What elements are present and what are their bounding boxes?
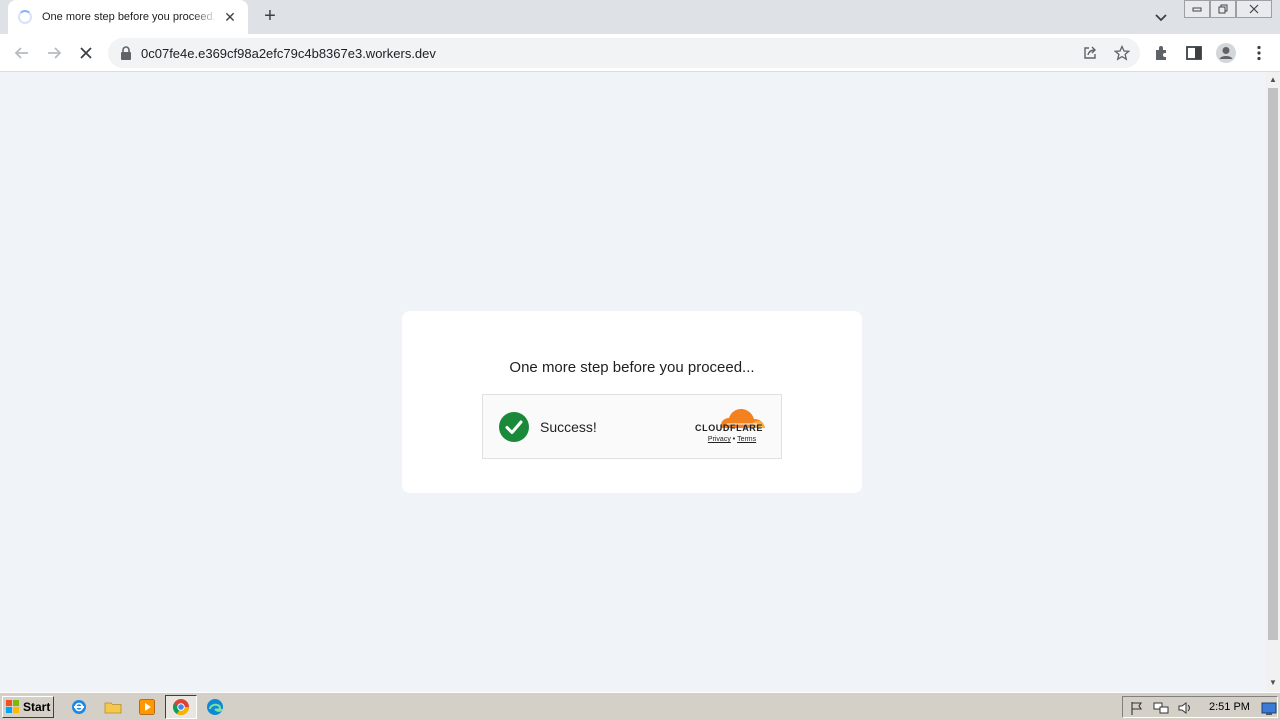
windows-logo-icon: [6, 700, 19, 713]
tab-title: One more step before you proceed...: [42, 11, 218, 23]
address-bar[interactable]: 0c07fe4e.e369cf98a2efc79c4b8367e3.worker…: [108, 38, 1140, 68]
cloudflare-brand: CLOUDFLARE: [695, 423, 763, 433]
privacy-link[interactable]: Privacy: [708, 436, 731, 443]
chrome-taskbar-button[interactable]: [165, 695, 197, 719]
profile-avatar-icon[interactable]: [1215, 42, 1237, 64]
arrow-left-icon: [14, 47, 28, 59]
taskbar-clock[interactable]: 2:51 PM: [1209, 701, 1250, 713]
system-tray: 2:51 PM: [1122, 696, 1278, 718]
edge-icon[interactable]: [206, 698, 224, 716]
volume-speaker-icon[interactable]: [1177, 700, 1193, 716]
share-icon[interactable]: [1082, 45, 1098, 61]
success-status: Success!: [540, 419, 597, 435]
restore-icon: [1218, 4, 1228, 14]
scroll-thumb[interactable]: [1268, 88, 1278, 640]
tab-close-button[interactable]: ✕: [222, 9, 238, 26]
minimize-button[interactable]: [1184, 0, 1210, 18]
scroll-down-arrow-icon[interactable]: ▼: [1268, 678, 1278, 688]
arrow-right-icon: [48, 47, 62, 59]
vertical-scrollbar[interactable]: ▲ ▼: [1266, 72, 1280, 692]
success-check-icon: [499, 412, 529, 442]
widget-links: Privacy • Terms: [697, 436, 767, 443]
action-center-flag-icon[interactable]: [1129, 700, 1145, 716]
restore-button[interactable]: [1210, 0, 1236, 18]
link-separator: •: [732, 436, 736, 443]
start-label: Start: [23, 700, 51, 714]
media-player-icon[interactable]: [138, 698, 156, 716]
page-heading: One more step before you proceed...: [509, 359, 755, 376]
close-icon: [80, 47, 92, 59]
stop-loading-button[interactable]: [74, 41, 98, 65]
internet-explorer-icon[interactable]: [70, 698, 88, 716]
chrome-icon: [172, 699, 190, 716]
close-window-button[interactable]: [1236, 0, 1272, 18]
show-desktop-icon[interactable]: [1261, 700, 1277, 716]
browser-tab[interactable]: One more step before you proceed... ✕: [8, 0, 248, 34]
windows-taskbar: Start 2:51 PM: [0, 692, 1280, 720]
url-text[interactable]: 0c07fe4e.e369cf98a2efc79c4b8367e3.worker…: [141, 46, 436, 61]
back-button[interactable]: [10, 41, 34, 65]
tab-search-chevron-icon[interactable]: [1152, 8, 1170, 26]
challenge-card: One more step before you proceed... Succ…: [402, 311, 862, 493]
close-icon: [1249, 4, 1259, 14]
lock-icon[interactable]: [120, 46, 132, 60]
scroll-up-arrow-icon[interactable]: ▲: [1268, 75, 1278, 85]
menu-kebab-icon[interactable]: [1250, 44, 1268, 62]
terms-link[interactable]: Terms: [737, 436, 756, 443]
browser-toolbar: 0c07fe4e.e369cf98a2efc79c4b8367e3.worker…: [0, 34, 1280, 72]
tab-strip: One more step before you proceed... ✕ +: [0, 0, 1280, 34]
extensions-puzzle-icon[interactable]: [1153, 44, 1171, 62]
forward-button[interactable]: [42, 41, 66, 65]
side-panel-icon[interactable]: [1185, 44, 1203, 62]
new-tab-button[interactable]: +: [260, 6, 280, 26]
network-icon[interactable]: [1153, 700, 1169, 716]
start-button[interactable]: Start: [2, 696, 54, 718]
loading-spinner-icon: [18, 10, 32, 24]
file-explorer-folder-icon[interactable]: [104, 698, 122, 716]
page-content: One more step before you proceed... Succ…: [0, 72, 1266, 720]
bookmark-star-icon[interactable]: [1114, 45, 1130, 61]
turnstile-widget[interactable]: Success! CLOUDFLARE Privacy • Terms: [482, 394, 782, 459]
minimize-icon: [1192, 7, 1202, 12]
